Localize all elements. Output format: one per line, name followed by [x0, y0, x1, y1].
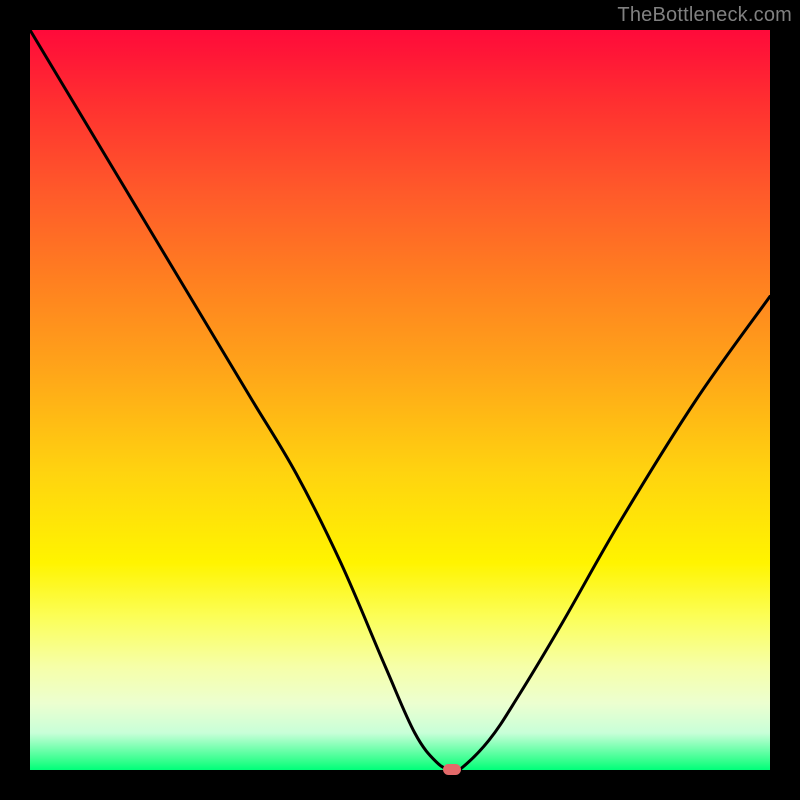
chart-frame: TheBottleneck.com — [0, 0, 800, 800]
bottleneck-curve — [30, 30, 770, 770]
bottleneck-marker — [443, 764, 461, 775]
watermark-text: TheBottleneck.com — [617, 4, 792, 27]
plot-area — [30, 30, 770, 770]
